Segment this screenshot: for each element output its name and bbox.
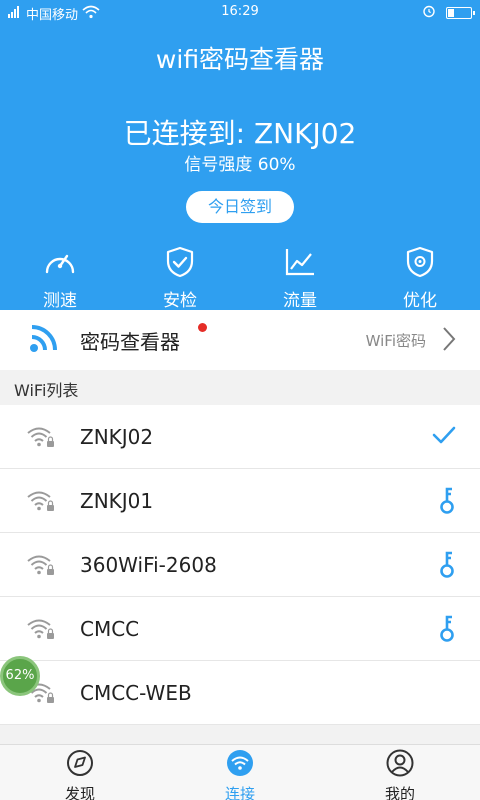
tool-label: 流量	[283, 291, 317, 311]
connected-network: 已连接到: ZNKJ02	[123, 117, 357, 150]
wifi-name: 360WiFi-2608	[80, 553, 217, 577]
wifi-list-title: WiFi列表	[14, 381, 79, 400]
password-viewer-label: 密码查看器	[80, 330, 180, 354]
tool-row: 测速 安检 流量 优化	[0, 246, 480, 311]
bottom-tab-bar: 发现 连接 我的	[0, 744, 480, 800]
checkin-button[interactable]: 今日签到	[186, 191, 294, 223]
chevron-right-icon	[442, 326, 456, 356]
wifi-list-item[interactable]: ZNKJ02	[0, 405, 480, 469]
battery-icon	[446, 7, 475, 19]
status-bar: 中国移动 16:29	[0, 0, 480, 24]
tool-security-check[interactable]: 安检	[120, 246, 240, 311]
wifi-password-link: WiFi密码	[365, 332, 426, 350]
header: 中国移动 16:29 wifi密码查看器 已连接到: ZNKJ02 信号强度 6…	[0, 0, 480, 311]
floating-memory-badge[interactable]: 62%	[0, 656, 40, 696]
shield-check-icon	[162, 246, 198, 282]
rss-signal-icon	[28, 324, 58, 358]
speedometer-icon	[42, 246, 78, 282]
check-icon	[432, 423, 456, 451]
key-icon[interactable]	[438, 551, 456, 583]
tool-label: 测速	[43, 291, 77, 311]
tool-optimize[interactable]: 优化	[360, 246, 480, 311]
password-viewer-row[interactable]: 密码查看器 WiFi密码	[0, 310, 480, 370]
chart-line-icon	[282, 246, 318, 282]
wifi-list-item[interactable]: 360WiFi-2608	[0, 533, 480, 597]
wifi-list-item[interactable]: CMCC-WEB	[0, 661, 480, 725]
wifi-name: ZNKJ02	[80, 425, 154, 449]
wifi-locked-icon	[26, 425, 56, 453]
wifi-name: ZNKJ01	[80, 489, 154, 513]
signal-strength: 信号强度 60%	[184, 155, 296, 175]
wifi-name: CMCC-WEB	[80, 681, 192, 705]
alarm-icon	[422, 4, 436, 22]
wifi-locked-icon	[26, 489, 56, 517]
tab-label: 连接	[224, 785, 255, 800]
app-title: wifi密码查看器	[155, 45, 325, 74]
shield-gear-icon	[402, 246, 438, 282]
tool-label: 安检	[163, 291, 197, 311]
key-icon[interactable]	[438, 487, 456, 519]
tab-label: 发现	[64, 785, 95, 800]
wifi-list: ZNKJ02 ZNKJ01 360WiFi-2608 CMCC CMCC-WEB	[0, 405, 480, 725]
user-icon	[385, 749, 415, 781]
compass-icon	[65, 749, 95, 781]
tab-connect[interactable]: 连接	[160, 745, 320, 800]
clock: 16:29	[221, 4, 259, 19]
tool-label: 优化	[403, 291, 437, 311]
wifi-list-item[interactable]: CMCC	[0, 597, 480, 661]
tab-discover[interactable]: 发现	[0, 745, 160, 800]
tab-label: 我的	[384, 785, 415, 800]
wifi-list-item[interactable]: ZNKJ01	[0, 469, 480, 533]
wifi-locked-icon	[26, 617, 56, 645]
key-icon[interactable]	[438, 615, 456, 647]
wifi-locked-icon	[26, 553, 56, 581]
wifi-name: CMCC	[80, 617, 140, 641]
tool-speed-test[interactable]: 测速	[0, 246, 120, 311]
notification-dot	[198, 323, 207, 332]
tool-traffic[interactable]: 流量	[240, 246, 360, 311]
wifi-icon	[225, 749, 255, 781]
tab-mine[interactable]: 我的	[320, 745, 480, 800]
